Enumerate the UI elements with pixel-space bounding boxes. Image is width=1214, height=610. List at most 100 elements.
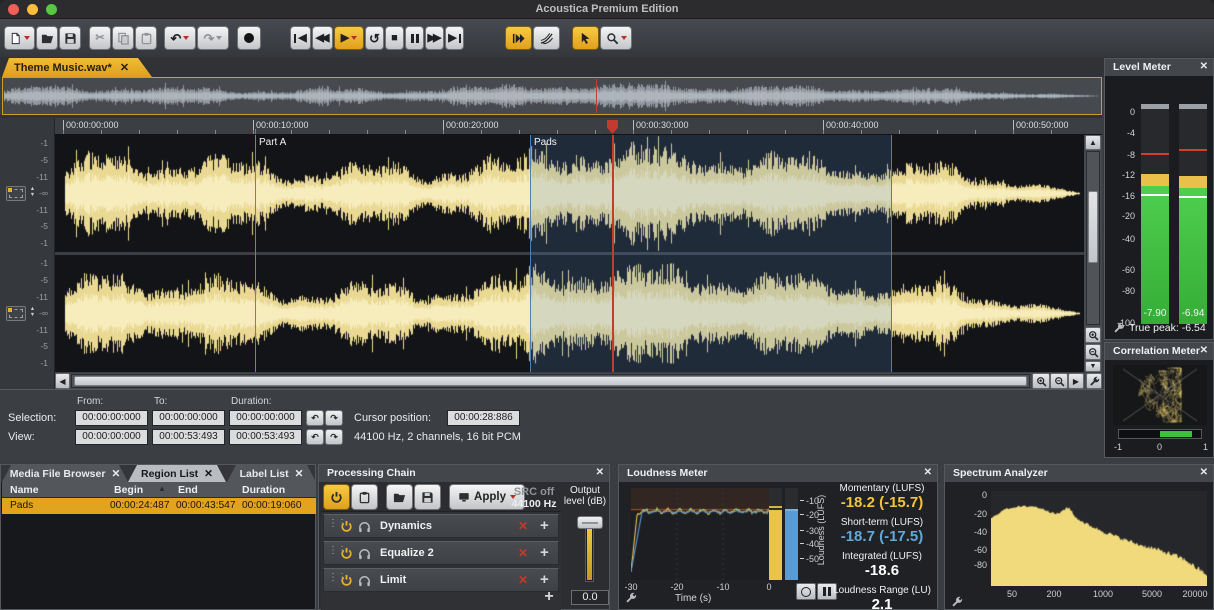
vertical-scroll-thumb[interactable] xyxy=(1088,191,1098,263)
loudness-x-tick: -20 xyxy=(670,582,683,592)
insert-plugin-icon[interactable]: + xyxy=(540,515,549,537)
go-to-start-button[interactable]: ◀ xyxy=(290,26,311,50)
from-header: From: xyxy=(77,396,103,407)
tab-label-list[interactable]: Label List✕ xyxy=(227,465,316,482)
remove-plugin-icon[interactable]: ✕ xyxy=(518,569,528,591)
waveform-view-button[interactable] xyxy=(505,26,532,50)
chain-enable-button[interactable] xyxy=(323,484,350,510)
close-tab-icon[interactable]: ✕ xyxy=(120,61,129,74)
plugin-solo-headphones-icon[interactable] xyxy=(358,547,371,560)
add-plugin-button[interactable]: + xyxy=(539,588,559,606)
view-from-field[interactable]: 00:00:00:000 xyxy=(75,429,148,445)
overview-waveform-canvas[interactable] xyxy=(4,79,1100,113)
vertical-zoom-out-button[interactable] xyxy=(1085,344,1101,360)
stop-button[interactable]: ■ xyxy=(385,26,404,50)
redo-button[interactable]: ↷ xyxy=(197,26,229,50)
save-button[interactable] xyxy=(59,26,81,50)
close-panel-icon[interactable]: ✕ xyxy=(1200,345,1208,356)
channel1-select-button[interactable] xyxy=(6,186,26,201)
chain-item-equalize-2[interactable]: ⋮⋮Equalize 2✕+ xyxy=(323,541,559,565)
cursor-position-field[interactable]: 00:00:28:886 xyxy=(447,410,520,426)
fast-forward-button[interactable]: ▶▶ xyxy=(425,26,444,50)
plugin-solo-headphones-icon[interactable] xyxy=(358,520,371,533)
overview-waveform[interactable] xyxy=(2,77,1102,115)
selection-tool-button[interactable] xyxy=(572,26,599,50)
horizontal-scroll-track[interactable] xyxy=(71,374,1030,388)
remove-plugin-icon[interactable]: ✕ xyxy=(518,515,528,537)
zoom-tool-button[interactable] xyxy=(600,26,632,50)
column-header-begin[interactable]: Begin xyxy=(114,484,143,496)
level-meter-settings-icon[interactable] xyxy=(1113,322,1125,334)
scroll-down-button[interactable]: ▼ xyxy=(1085,361,1101,372)
paste-button[interactable] xyxy=(135,26,157,50)
loudness-reset-button[interactable] xyxy=(796,583,816,600)
open-file-button[interactable] xyxy=(36,26,58,50)
output-level-value[interactable]: 0.0 xyxy=(571,590,609,605)
selection-region[interactable] xyxy=(530,135,892,372)
document-tab[interactable]: Theme Music.wav* ✕ xyxy=(2,58,152,77)
selection-from-field[interactable]: 00:00:00:000 xyxy=(75,410,148,426)
selection-undo-button[interactable]: ↶ xyxy=(306,410,324,426)
region-row[interactable]: Pads00:00:24:48700:00:43:54700:00:19:060 xyxy=(2,498,316,514)
plugin-power-icon[interactable] xyxy=(340,520,353,533)
selection-duration-field[interactable]: 00:00:00:000 xyxy=(229,410,302,426)
chain-item-limit[interactable]: ⋮⋮Limit✕+ xyxy=(323,568,559,592)
horizontal-zoom-out-button[interactable] xyxy=(1050,373,1068,389)
scroll-right-button[interactable]: ▶ xyxy=(1068,373,1084,389)
vertical-zoom-in-button[interactable] xyxy=(1085,327,1101,343)
play-button[interactable]: ▶ xyxy=(334,26,364,50)
plugin-power-icon[interactable] xyxy=(340,547,353,560)
go-to-end-button[interactable]: ▶ xyxy=(445,26,464,50)
view-to-field[interactable]: 00:00:53:493 xyxy=(152,429,225,445)
close-panel-icon[interactable]: ✕ xyxy=(924,467,932,478)
column-header-end[interactable]: End xyxy=(178,484,198,496)
scroll-left-button[interactable]: ◀ xyxy=(55,373,70,389)
spectrogram-view-button[interactable] xyxy=(533,26,560,50)
insert-plugin-icon[interactable]: + xyxy=(540,542,549,564)
plugin-solo-headphones-icon[interactable] xyxy=(358,574,371,587)
marker-line-part-a[interactable] xyxy=(255,135,256,372)
timeline-ruler[interactable]: 00:00:00:00000:00:10:00000:00:20:00000:0… xyxy=(55,118,1102,135)
horizontal-scroll-thumb[interactable] xyxy=(74,376,1027,386)
selection-redo-button[interactable]: ↷ xyxy=(325,410,343,426)
loudness-settings-icon[interactable] xyxy=(625,592,637,604)
close-tab-icon[interactable]: ✕ xyxy=(204,468,213,480)
plugin-power-icon[interactable] xyxy=(340,574,353,587)
remove-plugin-icon[interactable]: ✕ xyxy=(518,542,528,564)
chain-item-dynamics[interactable]: ⋮⋮Dynamics✕+ xyxy=(323,514,559,538)
waveform-editor[interactable]: Part A Pads xyxy=(55,135,1084,372)
spectrum-settings-icon[interactable] xyxy=(951,596,963,608)
view-redo-button[interactable]: ↷ xyxy=(325,429,343,445)
column-header-name[interactable]: Name xyxy=(10,484,39,496)
column-header-duration[interactable]: Duration xyxy=(242,484,285,496)
record-button[interactable] xyxy=(237,26,261,50)
loop-playback-button[interactable]: ↺ xyxy=(365,26,384,50)
close-panel-icon[interactable]: ✕ xyxy=(596,467,604,478)
undo-button[interactable]: ↶ xyxy=(164,26,196,50)
view-duration-field[interactable]: 00:00:53:493 xyxy=(229,429,302,445)
vertical-scroll-track[interactable] xyxy=(1086,151,1100,325)
editor-settings-button[interactable] xyxy=(1086,373,1102,389)
close-tab-icon[interactable]: ✕ xyxy=(111,468,120,480)
view-undo-button[interactable]: ↶ xyxy=(306,429,324,445)
selection-to-field[interactable]: 00:00:00:000 xyxy=(152,410,225,426)
pause-button[interactable] xyxy=(405,26,424,50)
tab-media-file-browser[interactable]: Media File Browser✕ xyxy=(2,465,128,482)
cut-button[interactable]: ✂ xyxy=(89,26,111,50)
close-tab-icon[interactable]: ✕ xyxy=(295,468,304,480)
close-panel-icon[interactable]: ✕ xyxy=(1200,467,1208,478)
chain-load-button[interactable] xyxy=(386,484,413,510)
rewind-button[interactable]: ◀◀ xyxy=(312,26,333,50)
chain-save-button[interactable] xyxy=(414,484,441,510)
copy-button[interactable] xyxy=(112,26,134,50)
channel1-zoom-spinner[interactable]: ▲▼ xyxy=(27,185,38,199)
new-file-button[interactable] xyxy=(4,26,35,50)
horizontal-zoom-in-button[interactable] xyxy=(1032,373,1050,389)
output-slider-handle[interactable] xyxy=(577,516,603,529)
close-panel-icon[interactable]: ✕ xyxy=(1200,61,1208,72)
scroll-up-button[interactable]: ▲ xyxy=(1085,135,1101,150)
channel2-zoom-spinner[interactable]: ▲▼ xyxy=(27,305,38,319)
chain-copy-button[interactable] xyxy=(351,484,378,510)
channel2-select-button[interactable] xyxy=(6,306,26,321)
tab-region-list[interactable]: Region List✕ xyxy=(128,465,226,482)
